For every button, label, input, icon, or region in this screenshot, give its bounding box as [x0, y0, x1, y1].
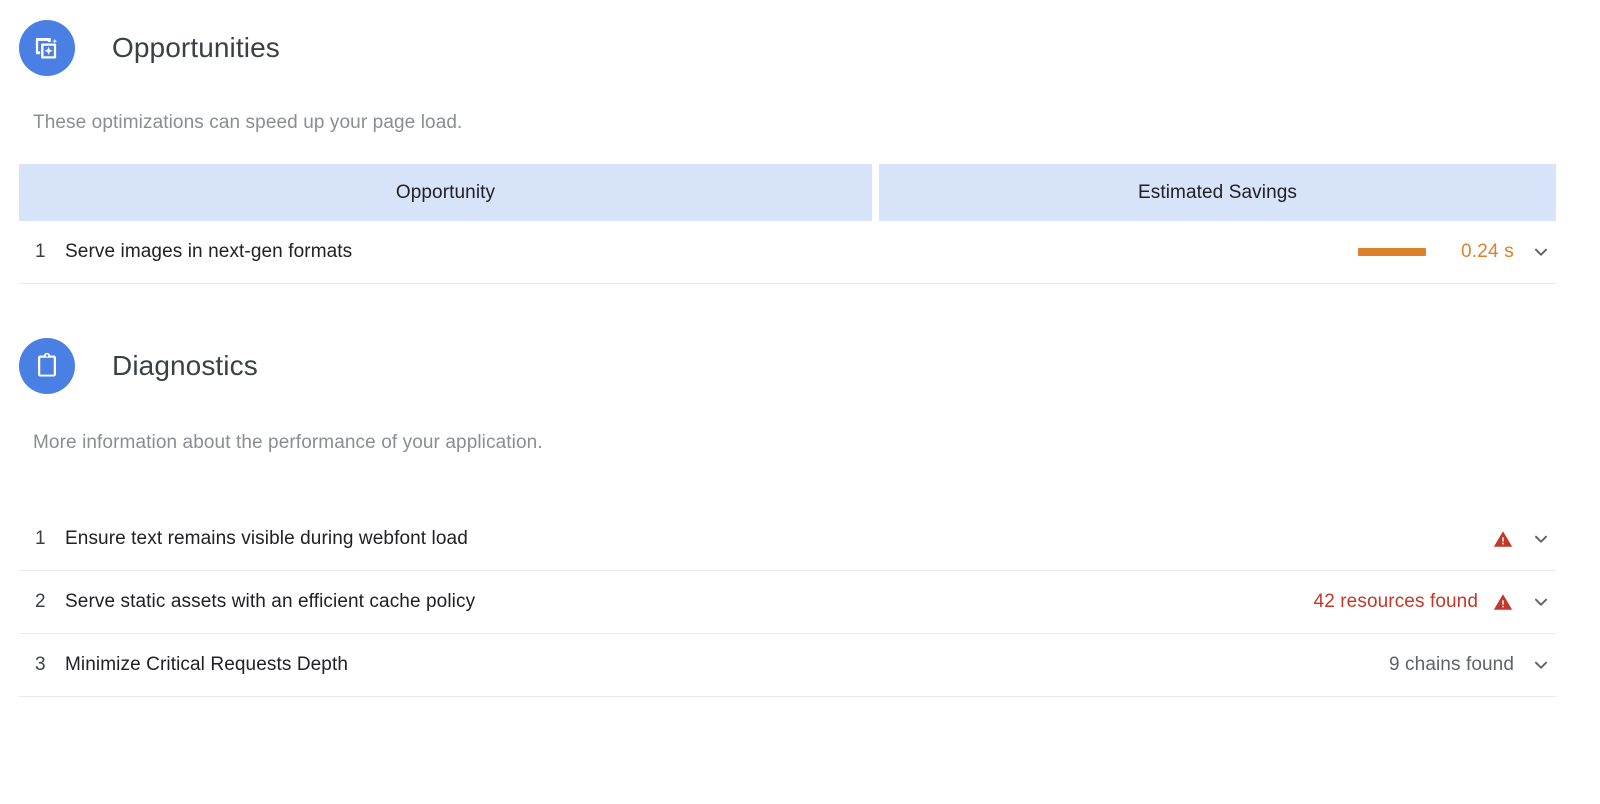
diagnostics-description: More information about the performance o… — [33, 432, 543, 453]
savings-bar — [1358, 248, 1426, 256]
savings-value: 0.24 s — [1461, 241, 1514, 262]
audit-title: Serve images in next-gen formats — [65, 241, 353, 262]
chevron-down-icon[interactable] — [1528, 652, 1554, 678]
chevron-down-icon[interactable] — [1528, 589, 1554, 615]
table-row[interactable]: 3 Minimize Critical Requests Depth 9 cha… — [19, 634, 1556, 697]
spacer-before-diag-table — [0, 454, 1600, 508]
column-header-estimated-savings: Estimated Savings — [879, 164, 1556, 221]
diagnostics-header: Diagnostics — [0, 338, 1600, 394]
section-diagnostics: Diagnostics More information about the p… — [0, 338, 1600, 697]
row-value-group: 9 chains found — [1389, 652, 1556, 678]
lighthouse-report-body: Opportunities These optimizations can sp… — [0, 0, 1600, 697]
warning-triangle-icon — [1492, 528, 1514, 550]
opportunities-header: Opportunities — [0, 20, 1600, 76]
opportunities-table-header-row: Opportunity Estimated Savings — [19, 164, 1556, 221]
table-row[interactable]: 2 Serve static assets with an efficient … — [19, 571, 1556, 634]
audit-title: Ensure text remains visible during webfo… — [65, 528, 468, 549]
clipboard-icon — [19, 338, 75, 394]
spacer-after-opp-header — [0, 76, 1600, 112]
row-index: 3 — [35, 654, 46, 675]
audit-value: 42 resources found — [1313, 591, 1478, 612]
section-title-opportunities: Opportunities — [112, 32, 280, 63]
audit-value: 9 chains found — [1389, 654, 1514, 675]
section-opportunities: Opportunities These optimizations can sp… — [0, 20, 1600, 284]
row-index: 1 — [35, 241, 46, 262]
row-value-group: 0.24 s — [1358, 239, 1556, 265]
warning-triangle-icon — [1492, 591, 1514, 613]
audit-title: Minimize Critical Requests Depth — [65, 654, 349, 675]
chevron-down-icon[interactable] — [1528, 239, 1554, 265]
image-sparkle-icon — [19, 20, 75, 76]
table-row[interactable]: 1 Ensure text remains visible during web… — [19, 508, 1556, 571]
row-index: 1 — [35, 528, 46, 549]
table-row[interactable]: 1 Serve images in next-gen formats 0.24 … — [19, 221, 1556, 284]
row-value-group: 42 resources found — [1314, 589, 1556, 615]
audit-title: Serve static assets with an efficient ca… — [65, 591, 476, 612]
diagnostics-table: 1 Ensure text remains visible during web… — [19, 508, 1556, 697]
spacer-after-diag-header — [0, 394, 1600, 432]
chevron-down-icon[interactable] — [1528, 526, 1554, 552]
row-value-group — [1478, 526, 1556, 552]
spacer-before-opp-table — [0, 134, 1600, 164]
opportunities-table: Opportunity Estimated Savings 1 Serve im… — [19, 164, 1556, 284]
row-index: 2 — [35, 591, 46, 612]
section-title-diagnostics: Diagnostics — [112, 350, 258, 381]
spacer-between-sections — [0, 284, 1600, 338]
spacer-top — [0, 0, 1600, 20]
opportunities-description: These optimizations can speed up your pa… — [33, 112, 463, 133]
column-header-opportunity: Opportunity — [19, 164, 872, 221]
